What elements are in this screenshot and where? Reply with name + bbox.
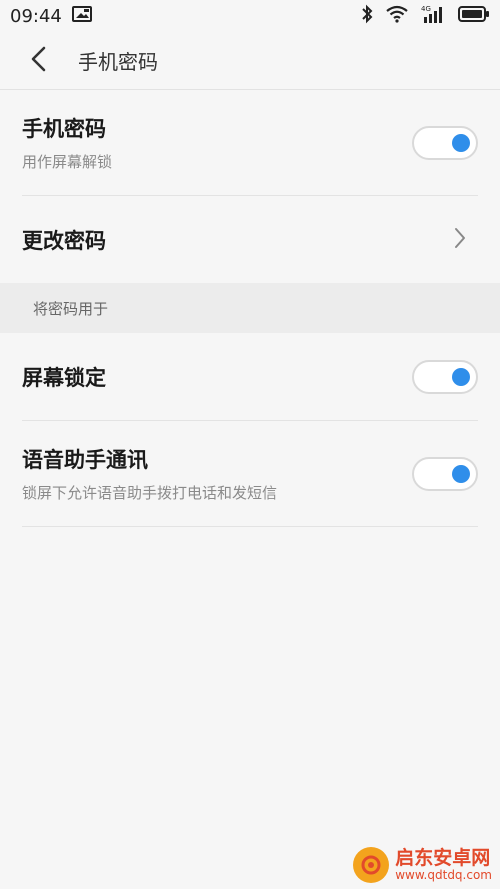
toggle-knob (452, 133, 470, 152)
screen-lock-toggle[interactable] (412, 359, 478, 394)
screen-lock-row[interactable]: 屏幕锁定 (22, 333, 478, 421)
screen-lock-label: 屏幕锁定 (22, 365, 106, 390)
chevron-left-icon (29, 46, 49, 76)
phone-password-label: 手机密码 (22, 117, 106, 141)
site-watermark: 启东安卓网 www.qdtdq.com (353, 847, 492, 883)
toggle-knob (452, 367, 470, 386)
phone-password-description: 用作屏幕解锁 (22, 153, 113, 171)
password-settings-section: 手机密码 用作屏幕解锁 更改密码 (0, 90, 500, 283)
battery-icon (458, 5, 490, 27)
back-button[interactable] (0, 32, 78, 90)
chevron-right-icon (454, 227, 466, 253)
network-type-label: 4G (421, 5, 431, 13)
use-password-for-section: 屏幕锁定 语音助手通讯 锁屏下允许语音助手拨打电话和发短信 (0, 333, 500, 527)
signal-4g-icon: 4G (420, 4, 446, 28)
watermark-main-text: 启东安卓网 (395, 846, 491, 869)
voice-assistant-toggle[interactable] (412, 456, 478, 491)
voice-assistant-description: 锁屏下允许语音助手拨打电话和发短信 (22, 484, 278, 502)
phone-password-row[interactable]: 手机密码 用作屏幕解锁 (22, 90, 478, 196)
phone-password-toggle[interactable] (412, 125, 478, 160)
top-app-bar: 手机密码 (0, 32, 500, 90)
watermark-url-text: www.qdtdq.com (395, 867, 492, 882)
change-password-label: 更改密码 (22, 228, 106, 253)
toggle-knob (452, 464, 470, 483)
status-time: 09:44 (10, 5, 62, 27)
use-password-for-header: 将密码用于 (0, 283, 500, 333)
page-title: 手机密码 (78, 50, 158, 74)
watermark-logo-icon (353, 847, 390, 883)
voice-assistant-row[interactable]: 语音助手通讯 锁屏下允许语音助手拨打电话和发短信 (22, 421, 478, 527)
status-bar: 09:44 4G (0, 0, 500, 32)
change-password-row[interactable]: 更改密码 (22, 196, 478, 283)
image-notification-icon (71, 5, 92, 27)
voice-assistant-label: 语音助手通讯 (22, 448, 148, 472)
wifi-icon (386, 5, 408, 27)
bluetooth-icon (360, 4, 374, 28)
